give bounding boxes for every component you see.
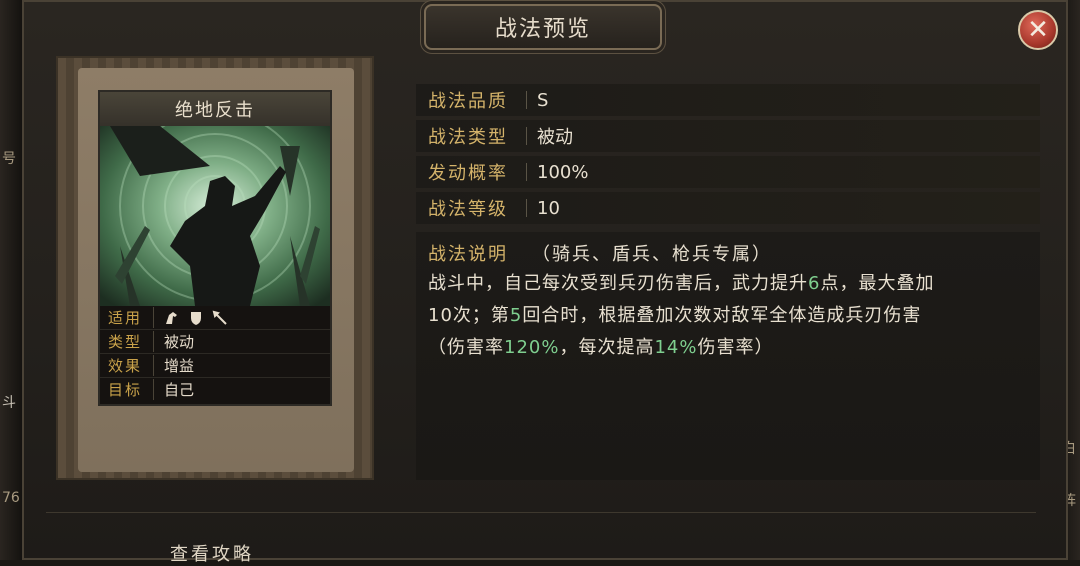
highlight-value: 6	[808, 273, 821, 294]
info-row-applicable: 适用	[100, 306, 330, 330]
description-header: 战法说明 （骑兵、盾兵、枪兵专属）	[428, 240, 772, 266]
highlight-value: 14%	[654, 337, 698, 358]
spear-icon	[212, 310, 227, 325]
attr-row-level: 战法等级 10	[416, 192, 1040, 224]
attr-label: 发动概率	[428, 163, 508, 184]
info-value: 被动	[164, 333, 195, 351]
attr-row-probability: 发动概率 100%	[416, 156, 1040, 188]
description-text: 战斗中，自己每次受到兵刃伤害后，武力提升6点，最大叠加 10次；第5回合时，根据…	[428, 268, 1034, 364]
attr-label: 战法类型	[428, 127, 508, 148]
attr-value: 10	[537, 197, 560, 219]
attr-label: 战法等级	[428, 199, 508, 220]
description-line: 战斗中，自己每次受到兵刃伤害后，武力提升6点，最大叠加	[428, 273, 935, 294]
info-value: 增益	[164, 357, 195, 375]
info-row-type: 类型 被动	[100, 330, 330, 354]
tactic-card: 绝地反击 适用 类型 被动 效果 增益 目标 自己	[98, 90, 332, 406]
info-label: 适用	[100, 307, 154, 328]
info-row-target: 目标 自己	[100, 378, 330, 401]
info-row-effect: 效果 增益	[100, 354, 330, 378]
view-guide-link[interactable]: 查看攻略	[170, 540, 254, 566]
window-title: 战法预览	[494, 17, 591, 42]
description-line: （伤害率120%，每次提高14%伤害率）	[428, 337, 774, 358]
bg-text: 76	[2, 490, 20, 506]
background-left-edge: 号 斗 76	[0, 0, 22, 560]
close-icon: ✕	[1027, 15, 1049, 45]
close-button[interactable]: ✕	[1018, 10, 1058, 50]
description-label: 战法说明	[428, 244, 508, 265]
attr-label: 战法品质	[428, 91, 508, 112]
attr-row-quality: 战法品质 S	[416, 84, 1040, 116]
card-name: 绝地反击	[100, 92, 330, 127]
shield-icon	[191, 311, 201, 325]
highlight-value: 5	[509, 305, 523, 326]
info-label: 目标	[100, 379, 154, 400]
troop-type-icons	[154, 310, 228, 326]
description-line: 10次；第5回合时，根据叠加次数对敌军全体造成兵刃伤害	[428, 305, 922, 326]
window-title-tab: 战法预览	[424, 4, 662, 50]
attr-value: 被动	[537, 127, 573, 148]
info-value: 自己	[164, 381, 195, 399]
card-info-table: 适用 类型 被动 效果 增益 目标 自己	[100, 306, 330, 404]
bg-text: 号	[2, 151, 16, 167]
description-box: 战法说明 （骑兵、盾兵、枪兵专属） 战斗中，自己每次受到兵刃伤害后，武力提升6点…	[416, 232, 1040, 480]
card-artwork	[100, 126, 330, 306]
attr-value: 100%	[537, 161, 589, 183]
bg-text: 斗	[2, 395, 16, 411]
highlight-value: 120%	[504, 337, 560, 358]
attr-value: S	[537, 89, 549, 111]
info-label: 效果	[100, 355, 154, 376]
attr-row-type: 战法类型 被动	[416, 120, 1040, 152]
info-label: 类型	[100, 331, 154, 352]
troop-restriction-tag: （骑兵、盾兵、枪兵专属）	[532, 244, 772, 265]
cavalry-icon	[166, 311, 177, 324]
footer-divider	[46, 512, 1036, 513]
